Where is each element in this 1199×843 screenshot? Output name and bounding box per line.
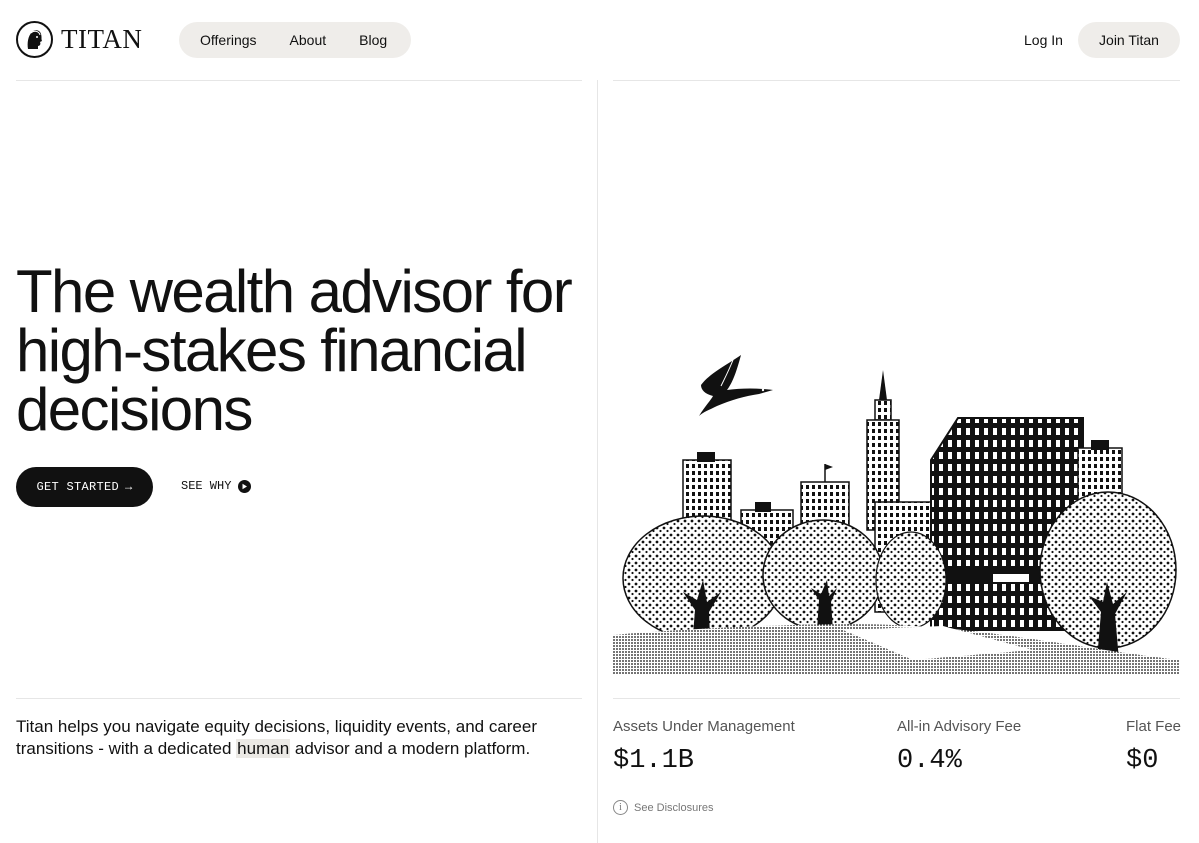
stat-label-fee: All-in Advisory Fee [897,718,1022,735]
stat-value-aum: $1.1B [613,746,695,776]
info-icon: i [613,800,628,815]
nav-item-offerings[interactable]: Offerings [200,32,257,48]
tree [875,531,947,629]
stat-label-flat-fee: Flat Fee [1126,718,1182,735]
stat-value-flat-fee: $0 [1126,746,1159,776]
login-link[interactable]: Log In [1024,32,1063,48]
nav-item-blog[interactable]: Blog [359,32,387,48]
disclosures-link[interactable]: i See Disclosures [613,800,713,815]
see-why-button[interactable]: SEE WHY [181,479,252,493]
disclosures-label: See Disclosures [634,801,714,814]
tree [1039,491,1177,660]
divider [613,80,1180,81]
divider [16,80,582,81]
column-divider [597,80,598,843]
logo[interactable]: TITAN [16,21,142,58]
tree [762,519,884,631]
hero-title: The wealth advisor for high-stakes finan… [16,258,573,443]
divider [613,698,1180,699]
divider [16,698,582,699]
get-started-button[interactable]: GET STARTED → [16,467,153,507]
coin-head-icon [16,21,53,58]
hero-description: Titan helps you navigate equity decision… [16,716,576,760]
highlight-human: human [236,739,291,758]
arrow-right-icon: → [125,480,133,494]
city-illustration [613,355,1180,675]
see-why-label: SEE WHY [181,479,232,493]
bird-icon [699,355,773,416]
stat-value-fee: 0.4% [897,746,962,776]
get-started-label: GET STARTED [36,480,119,494]
play-circle-icon [238,479,252,493]
stat-label-aum: Assets Under Management [613,718,795,735]
brand-name: TITAN [61,24,143,54]
description-text: advisor and a modern platform. [290,739,531,758]
main-nav: Offerings About Blog [179,22,411,58]
join-button[interactable]: Join Titan [1078,22,1180,58]
nav-item-about[interactable]: About [290,32,327,48]
